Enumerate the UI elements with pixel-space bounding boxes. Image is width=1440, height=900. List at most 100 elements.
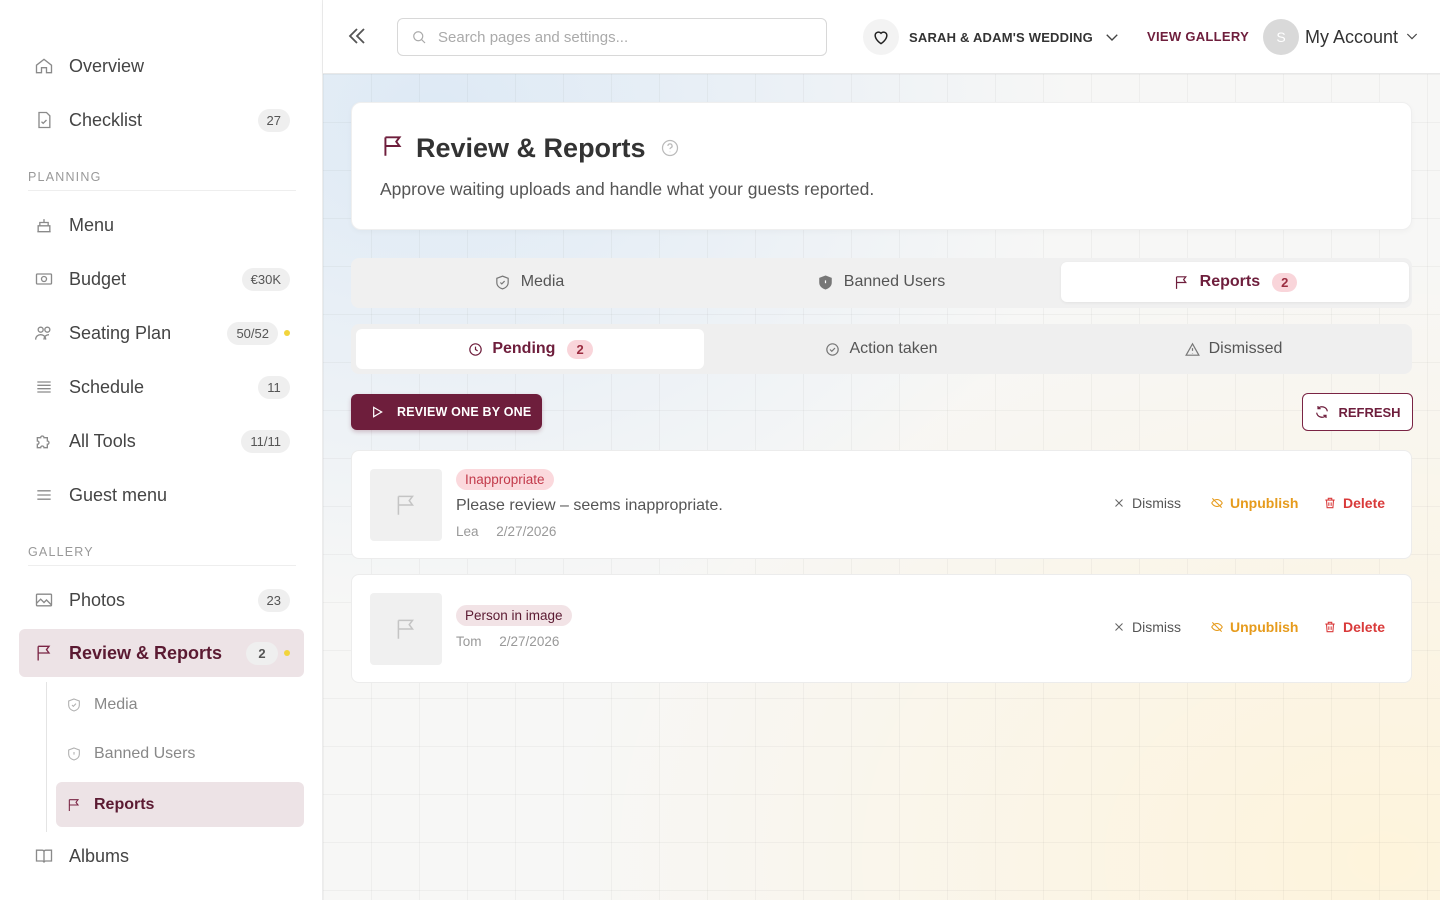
sidebar-item-label: Albums (69, 845, 130, 866)
image-icon (33, 589, 55, 611)
page-subtitle: Approve waiting uploads and handle what … (380, 179, 875, 199)
report-message: Please review – seems inappropriate. (456, 497, 723, 514)
tab-action-taken[interactable]: Action taken (707, 329, 1055, 369)
count-badge: 2 (1272, 272, 1298, 292)
sidebar-item-label: Menu (69, 214, 115, 235)
tab-banned-users[interactable]: Banned Users (707, 262, 1055, 302)
sidebar-subitem-media[interactable]: Media (56, 682, 304, 727)
flag-icon (1175, 275, 1187, 289)
eye-off-icon (1211, 497, 1223, 509)
check-circle-icon (826, 342, 840, 356)
report-thumbnail[interactable] (370, 593, 442, 665)
count-badge: 2 (246, 641, 278, 665)
report-meta: Lea 2/27/2026 (456, 524, 556, 539)
button-label: Unpublish (1230, 495, 1299, 511)
main-content: Review & Reports Approve waiting uploads… (323, 74, 1440, 900)
button-label: Delete (1343, 495, 1386, 511)
tab-reports[interactable]: Reports 2 (1061, 262, 1409, 302)
sidebar-item-menu[interactable]: Menu (19, 201, 304, 249)
search-icon (413, 31, 426, 44)
tab-label: Pending (492, 340, 556, 357)
tab-label: Dismissed (1208, 340, 1283, 357)
delete-button[interactable]: Delete (1323, 495, 1385, 511)
heart-icon (863, 19, 899, 55)
notification-dot (284, 330, 290, 336)
play-icon (373, 406, 383, 418)
sidebar-subitem-label: Banned Users (94, 744, 196, 762)
count-badge: €30K (241, 267, 290, 291)
report-author: Lea (456, 524, 479, 539)
dismiss-button[interactable]: Dismiss (1112, 495, 1181, 511)
page-header-card: Review & Reports Approve waiting uploads… (351, 102, 1412, 230)
double-chevron-left-icon (348, 28, 365, 44)
shield-check-icon (66, 696, 84, 714)
sidebar-item-review-reports[interactable]: Review & Reports 2 (19, 629, 304, 677)
wedding-selector[interactable]: SARAH & ADAM'S WEDDING (863, 19, 1121, 55)
refresh-button[interactable]: REFRESH (1302, 393, 1413, 431)
home-icon (33, 55, 55, 77)
unpublish-button[interactable]: Unpublish (1210, 495, 1298, 511)
menu-icon (33, 484, 55, 506)
count-badge: 11 (258, 375, 290, 399)
trash-icon (1325, 621, 1335, 633)
sidebar-item-label: Photos (69, 589, 126, 610)
warning-icon (1184, 342, 1200, 356)
flag-icon (397, 495, 415, 515)
sidebar-item-label: Guest menu (69, 484, 168, 505)
sidebar-subitem-label: Reports (94, 795, 155, 813)
sidebar-item-budget[interactable]: Budget €30K (19, 255, 304, 303)
submenu-rail (46, 682, 47, 832)
sidebar-item-all-tools[interactable]: All Tools 11/11 (19, 417, 304, 465)
sidebar-item-checklist[interactable]: Checklist 27 (19, 96, 304, 144)
search-input[interactable] (438, 28, 818, 46)
sidebar-subitem-banned-users[interactable]: Banned Users (56, 731, 304, 776)
view-gallery-link[interactable]: VIEW GALLERY (1147, 29, 1249, 44)
close-icon (1115, 623, 1123, 631)
help-icon[interactable] (646, 134, 680, 163)
delete-button[interactable]: Delete (1323, 619, 1385, 635)
sidebar-item-photos[interactable]: Photos 23 (19, 576, 304, 624)
sidebar-item-overview[interactable]: Overview (19, 42, 304, 90)
sidebar-item-guest-menu[interactable]: Guest menu (19, 471, 304, 519)
button-label: Unpublish (1230, 619, 1299, 635)
report-date: 2/27/2026 (496, 524, 557, 539)
count-badge: 2 (567, 339, 593, 359)
sidebar-subitem-reports[interactable]: Reports (56, 782, 304, 827)
tab-dismissed[interactable]: Dismissed (1059, 329, 1407, 369)
sidebar-item-label: Schedule (69, 376, 145, 397)
notification-dot (284, 650, 290, 656)
divider (28, 565, 296, 566)
sidebar-item-schedule[interactable]: Schedule 11 (19, 363, 304, 411)
report-date: 2/27/2026 (499, 634, 560, 649)
page-title: Review & Reports (416, 133, 646, 163)
account-label: My Account (1305, 26, 1399, 47)
sidebar-item-seating-plan[interactable]: Seating Plan 50/52 (19, 309, 304, 357)
people-icon (33, 322, 55, 344)
sidebar-subitem-label: Media (94, 695, 138, 713)
money-icon (33, 268, 55, 290)
flag-icon (397, 619, 415, 639)
account-menu[interactable]: S My Account (1263, 19, 1420, 55)
tab-label: Media (520, 273, 565, 290)
unpublish-button[interactable]: Unpublish (1210, 619, 1298, 635)
review-one-by-one-button[interactable]: REVIEW ONE BY ONE (351, 394, 542, 430)
divider (28, 190, 296, 191)
puzzle-icon (33, 430, 55, 452)
dismiss-button[interactable]: Dismiss (1112, 619, 1181, 635)
clock-icon (469, 342, 483, 356)
tab-label: Reports (1199, 273, 1261, 290)
collapse-sidebar-button[interactable] (345, 24, 369, 48)
sidebar-item-albums[interactable]: Albums (19, 832, 304, 880)
section-label-planning: PLANNING (28, 170, 102, 184)
shield-icon (66, 745, 84, 763)
report-item: Person in image Tom 2/27/2026 Dismiss Un… (351, 574, 1412, 683)
tab-media[interactable]: Media (355, 262, 703, 302)
button-label: Dismiss (1132, 495, 1181, 511)
flag-icon (66, 796, 84, 814)
chevron-down-icon (1398, 25, 1420, 49)
sidebar-item-label: Checklist (69, 109, 143, 130)
report-author: Tom (456, 634, 482, 649)
report-thumbnail[interactable] (370, 469, 442, 541)
search-box[interactable] (397, 18, 827, 56)
tab-pending[interactable]: Pending 2 (356, 329, 704, 369)
